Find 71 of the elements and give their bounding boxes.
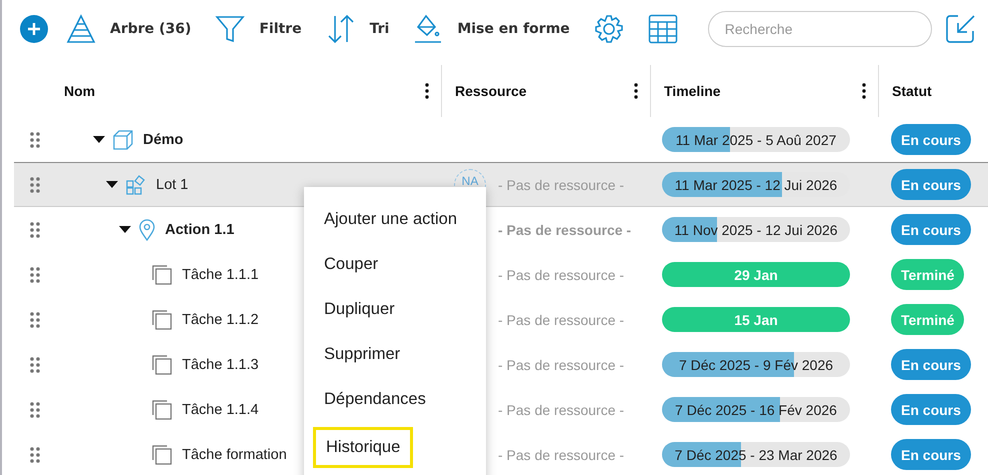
drag-handle-icon[interactable]	[30, 132, 40, 148]
column-header[interactable]: Ressource	[455, 83, 527, 99]
drag-handle-icon[interactable]	[30, 356, 40, 372]
resource-text: - Pas de ressource -	[498, 176, 624, 192]
copy-icon	[152, 354, 172, 374]
resource-text: - Pas de ressource -	[498, 446, 624, 462]
location-pin-icon	[139, 218, 155, 240]
drag-handle-icon[interactable]	[30, 266, 40, 282]
drag-handle-icon[interactable]	[30, 312, 40, 328]
paint-bucket-icon	[413, 14, 444, 44]
row-name[interactable]: Action 1.1	[165, 222, 234, 238]
settings-icon[interactable]	[594, 14, 624, 44]
menu-item[interactable]: Historique	[313, 427, 414, 468]
menu-item[interactable]: Supprimer	[324, 333, 400, 364]
status-badge: En cours	[891, 349, 971, 380]
resource-text: - Pas de ressource -	[498, 266, 624, 282]
search-field[interactable]: Recherche	[708, 10, 932, 46]
timeline-bar: 15 Jan	[662, 307, 850, 332]
status-badge: En cours	[891, 214, 971, 245]
row-name[interactable]: Tâche 1.1.2	[182, 312, 259, 328]
status-badge: Terminé	[891, 259, 964, 290]
copy-icon	[152, 264, 172, 284]
drag-handle-icon[interactable]	[30, 402, 40, 418]
copy-icon	[152, 310, 172, 330]
menu-item[interactable]: Dépendances	[324, 378, 426, 409]
drag-handle-icon[interactable]	[30, 176, 40, 192]
table-icon[interactable]	[648, 14, 678, 44]
toolbar-button[interactable]: Filtre	[215, 14, 302, 42]
shapes-icon	[126, 174, 146, 194]
filter-icon	[215, 14, 246, 42]
selected-row[interactable]: Lot 1 NA - Pas de ressource - 11 Mar 2025 - 12 Jui 2026 En cours	[14, 162, 988, 207]
row-name[interactable]: Tâche 1.1.1	[182, 266, 259, 282]
row-name[interactable]: Tâche 1.1.3	[182, 356, 259, 372]
copy-icon	[152, 400, 172, 420]
row-name[interactable]: Lot 1	[156, 176, 188, 192]
menu-item[interactable]: Dupliquer	[324, 288, 395, 319]
cube-icon	[113, 130, 133, 150]
column-header[interactable]: Statut	[892, 83, 932, 99]
resource-text: - Pas de ressource -	[498, 356, 624, 372]
column-header[interactable]: Nom	[64, 83, 96, 99]
row-name[interactable]: Tâche formation	[182, 446, 287, 462]
column-menu-icon[interactable]	[862, 83, 866, 99]
status-badge: En cours	[891, 124, 971, 155]
plus-icon	[26, 20, 42, 36]
column-menu-icon[interactable]	[425, 83, 429, 99]
export-icon[interactable]	[946, 14, 976, 44]
status-badge: En cours	[891, 169, 971, 200]
add-button[interactable]	[20, 14, 48, 42]
column-header[interactable]: Timeline	[664, 83, 721, 99]
resource-text: - Pas de ressource -	[498, 222, 632, 238]
caret-icon[interactable]	[93, 136, 105, 144]
resource-text: - Pas de ressource -	[498, 402, 624, 418]
timeline-bar: 29 Jan	[662, 262, 850, 287]
column-menu-icon[interactable]	[634, 83, 638, 99]
row-name[interactable]: Démo	[143, 132, 184, 148]
resource-text: - Pas de ressource -	[498, 312, 624, 328]
sort-icon	[326, 14, 356, 44]
status-badge: En cours	[891, 394, 971, 425]
menu-item[interactable]: Couper	[324, 243, 378, 274]
toolbar-button[interactable]: Tri	[326, 14, 390, 44]
toolbar-button[interactable]: Arbre (36)	[66, 14, 192, 44]
pyramid-icon	[66, 14, 96, 44]
copy-icon	[152, 444, 172, 464]
drag-handle-icon[interactable]	[30, 222, 40, 238]
status-badge: En cours	[891, 439, 971, 470]
status-badge: Terminé	[891, 304, 964, 335]
caret-icon[interactable]	[106, 180, 118, 188]
row-name[interactable]: Tâche 1.1.4	[182, 402, 259, 418]
drag-handle-icon[interactable]	[30, 446, 40, 462]
caret-icon[interactable]	[119, 226, 131, 234]
toolbar-button[interactable]: Mise en forme	[413, 14, 570, 44]
